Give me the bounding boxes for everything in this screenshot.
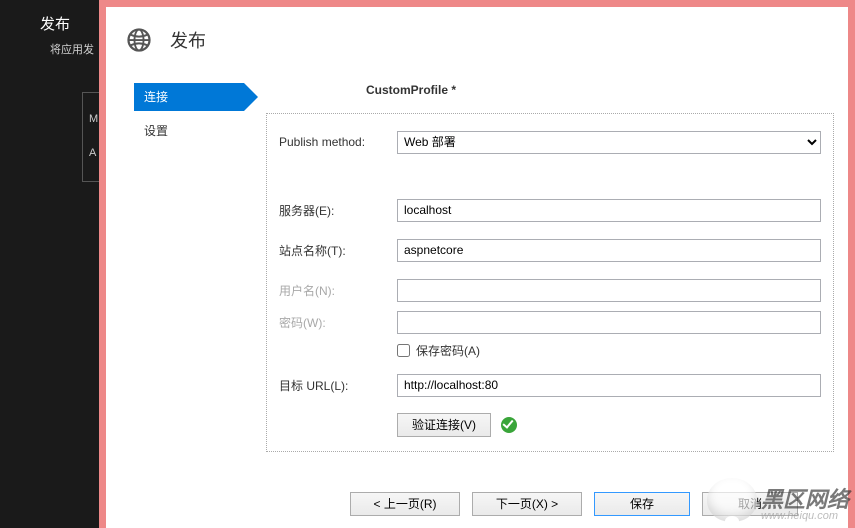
profile-name: CustomProfile * <box>366 83 838 97</box>
previous-button[interactable]: < 上一页(R) <box>350 492 460 516</box>
parent-title: 发布 <box>0 8 100 39</box>
publish-dialog: 发布 连接 设置 CustomProfile * Publish method:… <box>99 0 855 528</box>
dialog-title: 发布 <box>170 27 206 53</box>
parent-window: 发布 将应用发 M A <box>0 0 100 528</box>
save-button[interactable]: 保存 <box>594 492 690 516</box>
publish-method-select[interactable]: Web 部署 <box>397 131 821 154</box>
site-name-input[interactable] <box>397 239 821 262</box>
validate-connection-button[interactable]: 验证连接(V) <box>397 413 491 437</box>
password-input[interactable] <box>397 311 821 334</box>
destination-url-input[interactable] <box>397 374 821 397</box>
username-input[interactable] <box>397 279 821 302</box>
main-panel: CustomProfile * Publish method: Web 部署 服… <box>266 73 848 474</box>
parent-subtitle: 将应用发 <box>0 39 100 59</box>
site-name-label: 站点名称(T): <box>279 242 397 259</box>
step-settings[interactable]: 设置 <box>134 117 244 145</box>
dialog-header: 发布 <box>106 7 848 73</box>
dialog-footer: < 上一页(R) 下一页(X) > 保存 取消 <box>350 492 798 516</box>
steps-sidebar: 连接 设置 <box>106 73 266 474</box>
server-input[interactable] <box>397 199 821 222</box>
server-label: 服务器(E): <box>279 202 397 219</box>
publish-method-label: Publish method: <box>279 135 397 149</box>
save-password-label: 保存密码(A) <box>416 342 480 359</box>
password-label: 密码(W): <box>279 314 397 331</box>
username-label: 用户名(N): <box>279 282 397 299</box>
connection-fields-panel: Publish method: Web 部署 服务器(E): 站点名称(T): … <box>266 113 834 452</box>
success-check-icon <box>501 417 517 433</box>
cancel-button[interactable]: 取消 <box>702 492 798 516</box>
next-button[interactable]: 下一页(X) > <box>472 492 582 516</box>
globe-icon <box>124 25 154 55</box>
save-password-checkbox[interactable] <box>397 344 410 357</box>
destination-url-label: 目标 URL(L): <box>279 377 397 394</box>
step-connection[interactable]: 连接 <box>134 83 244 111</box>
